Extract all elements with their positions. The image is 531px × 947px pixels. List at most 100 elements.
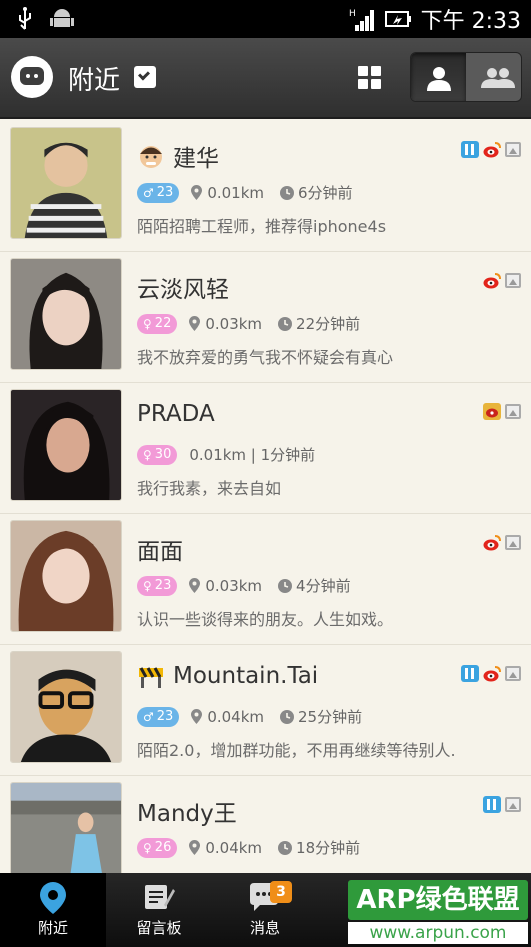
signature: 陌陌2.0，增加群功能，不用再继续等待别人. <box>137 741 456 760</box>
list-item[interactable]: Mandy王 ♀ 26 0.04km 18分钟前 <box>0 776 531 873</box>
watermark-title: ARP绿色联盟 <box>348 880 528 920</box>
user-meta: ♀ 23 0.03km 4分钟前 <box>137 575 351 596</box>
photo-icon <box>505 797 521 812</box>
clock-icon <box>278 840 293 855</box>
tab-nearby[interactable]: 附近 <box>0 873 106 947</box>
weibo-icon <box>483 273 501 289</box>
user-name: 云淡风轻 <box>137 277 229 303</box>
avatar[interactable] <box>10 389 122 501</box>
last-active-time: 22分钟前 <box>296 315 361 333</box>
name-line: Mandy王 <box>137 794 237 828</box>
gender-age-badge: ♀ 30 <box>137 444 178 465</box>
usb-icon <box>19 7 31 30</box>
weibo-icon <box>483 666 501 682</box>
signal-icon: H <box>349 9 374 31</box>
user-name: 建华 <box>173 146 219 172</box>
gender-age-badge: ♀ 23 <box>137 575 178 596</box>
user-meta: ♀ 30 0.01km | 1分钟前 <box>137 444 315 465</box>
svg-text:H: H <box>349 9 356 19</box>
tab-messages[interactable]: 3 消息 <box>212 873 318 947</box>
battery-charging-icon <box>384 11 411 27</box>
badge-group <box>483 272 521 289</box>
clock-icon <box>278 316 293 331</box>
last-active-time: 25分钟前 <box>298 708 363 726</box>
distance: 0.03km <box>205 314 263 333</box>
dropdown-icon[interactable] <box>134 66 156 88</box>
badge-group <box>483 796 521 813</box>
watermark: ARP绿色联盟 www.arpun.com <box>348 880 528 944</box>
gender-age-badge: ♂ 23 <box>137 706 180 727</box>
user-name: PRADA <box>137 401 215 427</box>
user-meta: ♂ 23 0.04km 25分钟前 <box>137 706 362 727</box>
avatar[interactable] <box>10 782 122 873</box>
list-item[interactable]: 建华 ♂ 23 0.01km 6分钟前 陌陌招聘工程师，推荐得iphone4s <box>0 121 531 252</box>
app-logo-icon[interactable] <box>11 56 53 98</box>
app-header: 附近 <box>0 38 531 119</box>
it-industry-icon <box>461 141 479 158</box>
name-line: 建华 <box>137 139 219 173</box>
distance: 0.04km <box>205 838 263 857</box>
page-title[interactable]: 附近 <box>68 60 120 97</box>
photo-icon <box>505 142 521 157</box>
user-name: Mandy王 <box>137 801 237 827</box>
clock-icon <box>280 709 295 724</box>
avatar[interactable] <box>10 258 122 370</box>
photo-icon <box>505 273 521 288</box>
last-active-time: 6分钟前 <box>298 184 353 202</box>
signature: 认识一些谈得来的朋友。人生如戏。 <box>137 610 394 629</box>
clock-icon <box>280 185 295 200</box>
status-right: H 下午 2:33 <box>349 0 521 38</box>
watermark-url: www.arpun.com <box>348 922 528 944</box>
photo-icon <box>505 666 521 681</box>
location-icon <box>191 185 203 200</box>
avatar[interactable] <box>10 651 122 763</box>
list-item[interactable]: Mountain.Tai ♂ 23 0.04km 25分钟前 陌陌2.0，增加群功… <box>0 645 531 776</box>
name-line: PRADA <box>137 401 215 427</box>
signature: 陌陌招聘工程师，推荐得iphone4s <box>137 217 387 236</box>
unread-count-badge: 3 <box>270 881 292 903</box>
group-icon <box>481 68 515 88</box>
tab-message-board[interactable]: 留言板 <box>106 873 212 947</box>
location-pin-icon <box>40 882 66 914</box>
avatar[interactable] <box>10 127 122 239</box>
status-time: 下午 2:33 <box>420 9 521 34</box>
user-meta: ♂ 23 0.01km 6分钟前 <box>137 182 353 203</box>
gender-age-badge: ♂ 23 <box>137 182 180 203</box>
list-item[interactable]: 云淡风轻 ♀ 22 0.03km 22分钟前 我不放弃爱的勇气我不怀疑会有真心 <box>0 252 531 383</box>
name-line: Mountain.Tai <box>137 663 318 689</box>
gender-age-badge: ♀ 26 <box>137 837 178 858</box>
list-item[interactable]: PRADA ♀ 30 0.01km | 1分钟前 我行我素，来去自如 <box>0 383 531 514</box>
grid-view-icon[interactable] <box>352 60 388 96</box>
location-icon <box>189 840 201 855</box>
user-name: 面面 <box>137 539 183 565</box>
it-industry-icon <box>483 796 501 813</box>
signature: 我行我素，来去自如 <box>137 479 282 498</box>
photo-icon <box>505 535 521 550</box>
signature: 我不放弃爱的勇气我不怀疑会有真心 <box>137 348 394 367</box>
list-item[interactable]: 面面 ♀ 23 0.03km 4分钟前 认识一些谈得来的朋友。人生如戏。 <box>0 514 531 645</box>
gender-age-badge: ♀ 22 <box>137 313 178 334</box>
weibo-icon <box>483 535 501 551</box>
status-bar: H 下午 2:33 <box>0 0 531 38</box>
face-icon <box>140 146 162 168</box>
view-mode-toggle <box>410 52 522 102</box>
distance: 0.04km <box>207 707 265 726</box>
user-meta: ♀ 22 0.03km 22分钟前 <box>137 313 360 334</box>
distance: 0.01km <box>207 183 265 202</box>
badge-group <box>461 665 521 682</box>
last-active-time: 18分钟前 <box>296 839 361 857</box>
user-meta: ♀ 26 0.04km 18分钟前 <box>137 837 360 858</box>
single-user-button[interactable] <box>411 53 466 101</box>
user-name: Mountain.Tai <box>173 663 319 689</box>
avatar[interactable] <box>10 520 122 632</box>
weibo-icon <box>483 142 501 158</box>
badge-group <box>461 141 521 158</box>
tab-label: 留言板 <box>136 919 182 937</box>
name-line: 云淡风轻 <box>137 270 229 304</box>
photo-icon <box>505 404 521 419</box>
group-button[interactable] <box>466 53 521 101</box>
clock-icon <box>278 578 293 593</box>
nearby-user-list[interactable]: 建华 ♂ 23 0.01km 6分钟前 陌陌招聘工程师，推荐得iphone4s 云… <box>0 121 531 873</box>
tab-label: 消息 <box>249 919 280 937</box>
badge-group <box>483 534 521 551</box>
